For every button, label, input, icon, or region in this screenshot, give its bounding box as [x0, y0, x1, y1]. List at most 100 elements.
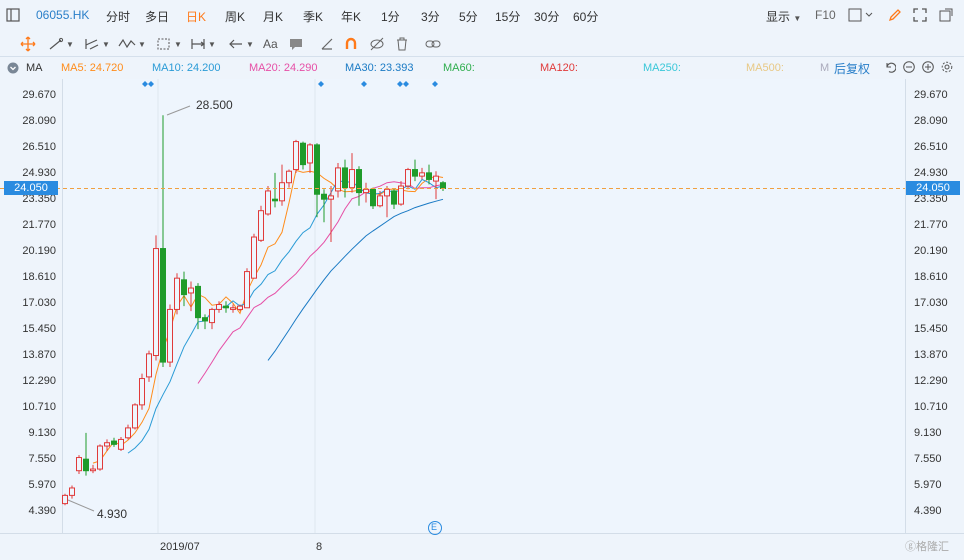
candle-up[interactable] [118, 438, 124, 450]
kline-chart-area[interactable]: 28.500 4.930 E 2019/07 8 29.670 29.670 28.… [0, 79, 964, 557]
candle-up[interactable] [349, 169, 355, 189]
candle-up[interactable] [433, 175, 439, 182]
candle-down[interactable] [195, 285, 201, 319]
candle-up[interactable] [377, 195, 383, 207]
candle-up[interactable] [139, 378, 145, 406]
line-tool-dropdown[interactable]: ▼ [48, 35, 74, 53]
candle-up[interactable] [307, 144, 313, 164]
channel-tool-dropdown[interactable]: ▼ [84, 35, 110, 53]
magnet-icon[interactable] [344, 35, 358, 53]
hide-drawings-icon[interactable] [369, 35, 385, 53]
candle-up[interactable] [293, 141, 299, 171]
candle-down[interactable] [356, 169, 362, 194]
candle-up[interactable] [62, 494, 68, 505]
kline-chart-svg[interactable] [0, 79, 964, 557]
x-axis-label-month: 2019/07 [160, 541, 200, 553]
candle-down[interactable] [202, 317, 208, 322]
candle-up[interactable] [335, 167, 341, 192]
candle-down[interactable] [342, 167, 348, 189]
zoom-out-icon[interactable] [903, 61, 915, 76]
candle-up[interactable] [405, 169, 411, 187]
tab-daily-k[interactable]: 日K [186, 8, 206, 25]
candle-down[interactable] [321, 193, 327, 200]
sidebar-toggle-icon[interactable] [6, 6, 20, 24]
undo-icon[interactable] [884, 61, 897, 76]
tab-1min[interactable]: 1分 [381, 8, 400, 25]
candle-up[interactable] [104, 442, 110, 447]
f10-button[interactable]: F10 [815, 8, 836, 22]
candle-up[interactable] [76, 457, 82, 472]
candle-down[interactable] [160, 248, 166, 363]
candle-up[interactable] [174, 277, 180, 310]
candle-up[interactable] [384, 188, 390, 197]
arrow-tool-dropdown[interactable]: ▼ [228, 35, 254, 53]
candle-down[interactable] [426, 172, 432, 180]
candle-up[interactable] [328, 195, 334, 200]
candle-up[interactable] [419, 172, 425, 177]
candle-down[interactable] [83, 458, 89, 472]
ma-label[interactable]: MA [26, 62, 43, 74]
candle-down[interactable] [272, 198, 278, 202]
tab-monthly-k[interactable]: 月K [263, 8, 283, 25]
candle-up[interactable] [237, 305, 243, 310]
candle-up[interactable] [153, 248, 159, 357]
candle-down[interactable] [300, 142, 306, 166]
fullscreen-icon[interactable] [913, 6, 927, 24]
collapse-icon[interactable] [7, 62, 19, 77]
candle-down[interactable] [391, 190, 397, 205]
settings-gear-icon[interactable] [941, 61, 953, 76]
tab-yearly-k[interactable]: 年K [341, 8, 361, 25]
candle-down[interactable] [181, 279, 187, 296]
candle-up[interactable] [69, 487, 75, 496]
candle-up[interactable] [132, 404, 138, 429]
candle-up[interactable] [146, 353, 152, 378]
candle-down[interactable] [440, 182, 446, 189]
candle-up[interactable] [279, 182, 285, 202]
zoom-in-icon[interactable] [922, 61, 934, 76]
candle-up[interactable] [258, 210, 264, 241]
comment-icon[interactable] [289, 35, 303, 53]
link-icon[interactable] [425, 35, 441, 53]
tab-15min[interactable]: 15分 [495, 8, 520, 25]
candle-up[interactable] [230, 307, 236, 310]
candle-up[interactable] [167, 308, 173, 363]
tab-weekly-k[interactable]: 周K [225, 8, 245, 25]
pencil-icon[interactable] [888, 6, 902, 24]
candle-down[interactable] [314, 144, 320, 195]
tab-60min[interactable]: 60分 [573, 8, 598, 25]
popout-icon[interactable] [939, 6, 953, 24]
candle-up[interactable] [286, 170, 292, 184]
measure-tool-dropdown[interactable]: ▼ [190, 35, 216, 53]
tab-intraday[interactable]: 分时 [106, 8, 130, 25]
ruler-icon[interactable] [320, 35, 334, 53]
shape-tool-dropdown[interactable]: ▼ [156, 35, 182, 53]
y-axis-tick-left: 26.510 [22, 141, 56, 153]
adjust-price-button[interactable]: 后复权 [834, 60, 870, 77]
text-tool-button[interactable]: Aa [263, 35, 278, 53]
candle-up[interactable] [90, 468, 96, 472]
candle-down[interactable] [223, 305, 229, 309]
wave-tool-dropdown[interactable]: ▼ [118, 35, 146, 53]
candle-down[interactable] [412, 169, 418, 177]
move-cursor-icon[interactable] [20, 35, 36, 53]
tab-3min[interactable]: 3分 [421, 8, 440, 25]
display-dropdown[interactable]: 显示 ▼ [766, 8, 801, 25]
tab-multi-day[interactable]: 多日 [145, 8, 169, 25]
candle-up[interactable] [363, 188, 369, 194]
candle-up[interactable] [251, 236, 257, 279]
candle-up[interactable] [97, 445, 103, 470]
candle-up[interactable] [244, 271, 250, 309]
candle-down[interactable] [111, 440, 117, 445]
tab-30min[interactable]: 30分 [534, 8, 559, 25]
candle-up[interactable] [209, 308, 215, 324]
trash-icon[interactable] [395, 35, 409, 53]
candle-up[interactable] [216, 303, 222, 310]
candle-up[interactable] [188, 287, 194, 294]
candle-up[interactable] [125, 427, 131, 439]
tab-5min[interactable]: 5分 [459, 8, 478, 25]
stock-code[interactable]: 06055.HK [36, 8, 89, 22]
candle-down[interactable] [370, 188, 376, 207]
layout-dropdown[interactable] [848, 6, 876, 24]
candle-up[interactable] [265, 190, 271, 215]
tab-quarterly-k[interactable]: 季K [303, 8, 323, 25]
